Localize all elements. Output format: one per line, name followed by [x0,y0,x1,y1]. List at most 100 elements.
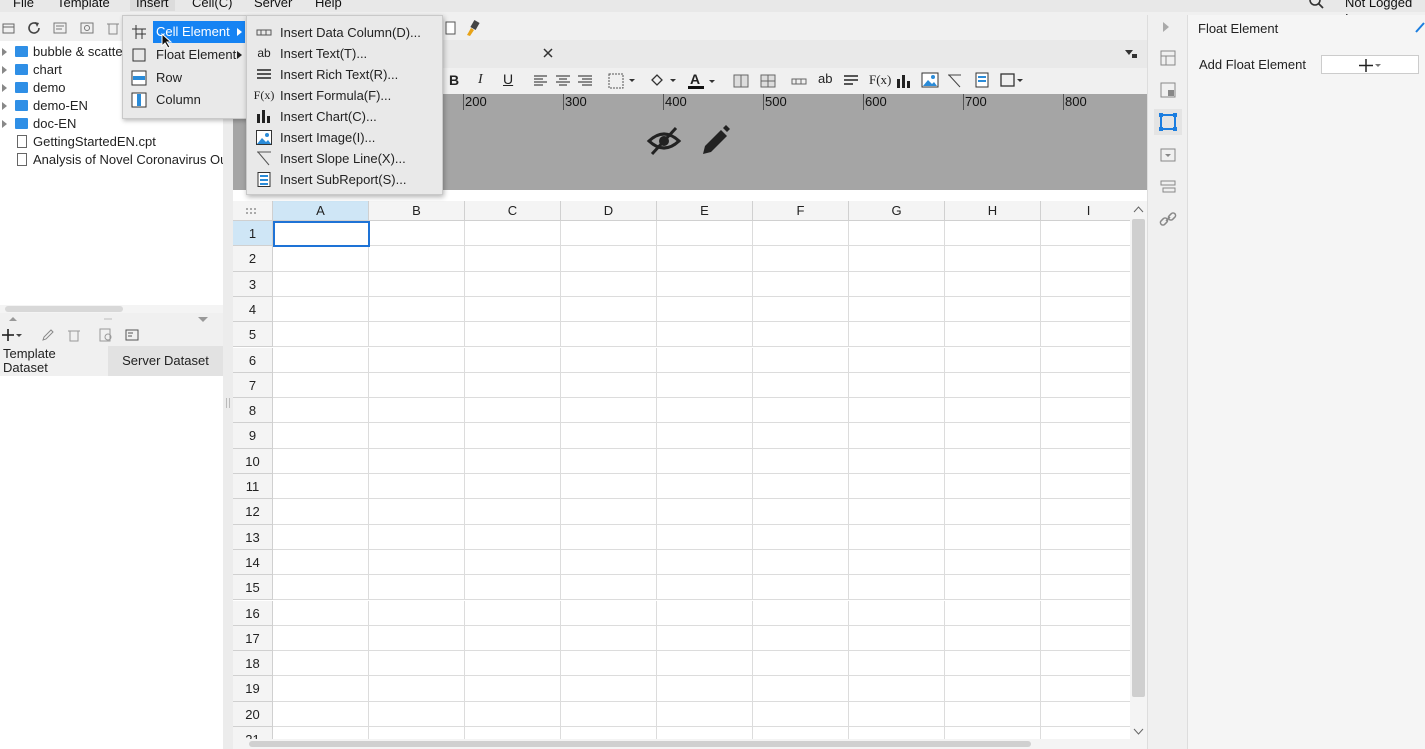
menu-item-column[interactable]: Column [153,89,245,111]
grid-cell[interactable] [945,524,1041,550]
grid-cell[interactable] [849,221,945,247]
grid-cell[interactable] [369,296,465,323]
row-header[interactable]: 7 [233,372,273,399]
grid-cell[interactable] [945,271,1041,297]
tab-list-icon[interactable] [1123,46,1139,62]
row-header[interactable]: 6 [233,347,273,373]
column-header[interactable]: E [657,201,753,221]
condition-attribute-icon[interactable] [1159,178,1177,196]
expand-arrow-icon[interactable] [2,84,7,92]
grid-cell[interactable] [849,701,945,727]
delete-icon[interactable] [105,20,121,36]
tab-template-dataset[interactable]: Template Dataset [3,346,103,376]
grid-cell[interactable] [1041,373,1130,399]
grid-cell[interactable] [657,398,753,424]
locate-file-icon[interactable] [52,20,68,36]
grid-cell[interactable] [273,296,369,323]
grid-cell[interactable] [465,296,561,323]
spreadsheet-grid[interactable]: A B C D E F G H I 1 2 3 4 5 6 7 8 9 10 11 12 13 14 15 16 17 18 19 20… [233,201,1130,749]
grid-cell[interactable] [369,701,465,727]
grid-cell[interactable] [369,625,465,652]
grid-cell[interactable] [273,372,369,399]
close-tab-icon[interactable] [541,46,555,60]
grid-cell[interactable] [657,499,753,525]
grid-cell[interactable] [1041,601,1130,626]
grid-cell[interactable] [561,499,657,525]
grid-cell[interactable] [657,524,753,550]
menu-item-insert-rich-text[interactable]: Insert Rich Text(R)... [247,64,442,85]
grid-cell[interactable] [657,423,753,449]
expand-arrow-icon[interactable] [2,48,7,56]
grid-cell[interactable] [561,246,657,272]
collapse-arrow-icon[interactable] [1161,21,1171,33]
grid-cell[interactable] [369,423,465,449]
grid-cell[interactable] [369,549,465,576]
grid-cell[interactable] [753,474,849,500]
grid-cell[interactable] [753,347,849,373]
row-header[interactable]: 2 [233,246,273,272]
grid-cell[interactable] [849,423,945,449]
grid-cell[interactable] [945,221,1041,247]
grid-cell[interactable] [849,474,945,500]
column-header[interactable]: D [561,201,657,221]
grid-cell[interactable] [273,625,369,652]
grid-cell[interactable] [753,322,849,348]
grid-cell[interactable] [465,549,561,576]
grid-cell[interactable] [1041,449,1130,474]
image-icon[interactable] [921,72,939,88]
grid-cell[interactable] [753,221,849,247]
delete-icon[interactable] [66,327,82,343]
tree-item-file[interactable]: Analysis of Novel Coronavirus Out [0,151,223,169]
column-header[interactable]: C [465,201,561,221]
grid-cell[interactable] [561,372,657,399]
grid-cell[interactable] [465,347,561,373]
grid-cell[interactable] [369,676,465,702]
grid-cell[interactable] [657,676,753,702]
grid-cell[interactable] [1041,651,1130,677]
copy-icon[interactable] [444,20,458,36]
grid-cell[interactable] [945,296,1041,323]
pin-icon[interactable] [1414,20,1425,34]
menu-insert[interactable]: Insert [130,0,175,11]
row-header[interactable]: 9 [233,423,273,449]
add-float-element-dropdown[interactable] [1321,55,1419,74]
grid-cell[interactable] [1041,550,1130,576]
grid-cell[interactable] [273,474,369,500]
grid-cell[interactable] [369,246,465,272]
grid-cell[interactable] [753,651,849,677]
format-painter-icon[interactable] [463,19,481,37]
row-header[interactable]: 1 [233,221,273,247]
column-header[interactable]: F [753,201,849,221]
merge-cells-icon[interactable] [733,73,749,89]
grid-cell[interactable] [1041,702,1130,727]
grid-cell[interactable] [465,271,561,297]
grid-cell[interactable] [945,398,1041,424]
row-header[interactable]: 20 [233,701,273,727]
grid-cell[interactable] [465,221,561,247]
slope-line-icon[interactable] [947,73,963,89]
grid-cell[interactable] [945,322,1041,348]
grid-cell[interactable] [369,372,465,399]
grid-cell[interactable] [465,448,561,474]
grid-cell[interactable] [849,600,945,626]
menu-file[interactable]: File [13,0,34,11]
grid-cell[interactable] [657,474,753,500]
panel-splitter[interactable] [0,313,223,325]
row-header[interactable]: 12 [233,499,273,525]
row-header[interactable]: 3 [233,271,273,297]
grid-cell[interactable] [465,524,561,550]
row-header[interactable]: 8 [233,398,273,424]
grid-cell[interactable] [561,474,657,500]
grid-cell[interactable] [657,625,753,652]
grid-cell[interactable] [465,322,561,348]
grid-cell[interactable] [561,347,657,373]
grid-cell[interactable] [561,651,657,677]
grid-cell[interactable] [1041,474,1130,500]
grid-cell[interactable] [465,423,561,449]
underline-icon[interactable]: U [503,71,513,87]
grid-cell[interactable] [465,398,561,424]
preview-icon[interactable] [98,327,114,343]
row-header[interactable]: 19 [233,676,273,702]
row-header[interactable]: 10 [233,448,273,474]
grid-cell[interactable] [945,600,1041,626]
